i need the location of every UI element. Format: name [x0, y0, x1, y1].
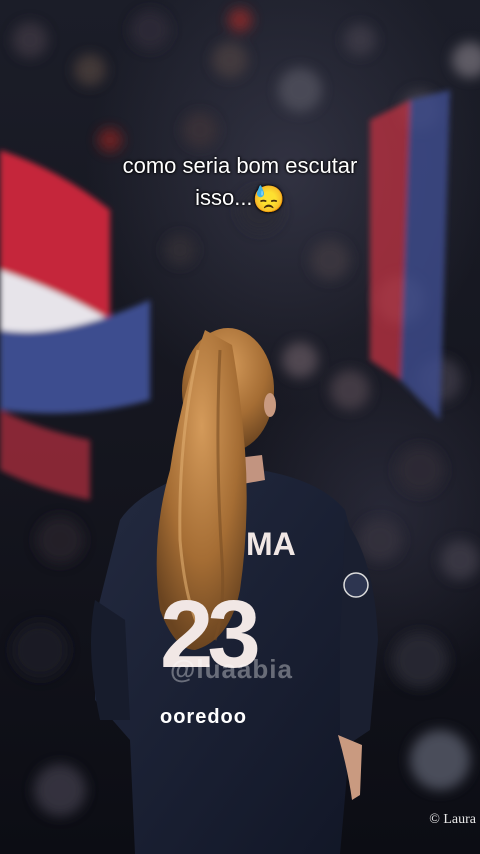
photo-scene: MA 23 ooredoo @luaabia como seria bom es…: [0, 0, 480, 854]
watermark: @luaabia: [170, 654, 293, 684]
sad-sweat-emoji-icon: 😓: [252, 184, 285, 215]
caption-line-1: como seria bom escutar: [122, 153, 358, 178]
caption: como seria bom escutar isso...😓: [0, 150, 480, 215]
caption-line-2: isso...😓: [0, 182, 480, 215]
jersey-sponsor: ooredoo: [160, 706, 247, 728]
caption-line-2-text: isso...: [195, 185, 253, 210]
photo-credit: © Laura: [429, 812, 476, 827]
jersey-name: MA: [246, 526, 296, 562]
flag-right: [370, 90, 450, 420]
